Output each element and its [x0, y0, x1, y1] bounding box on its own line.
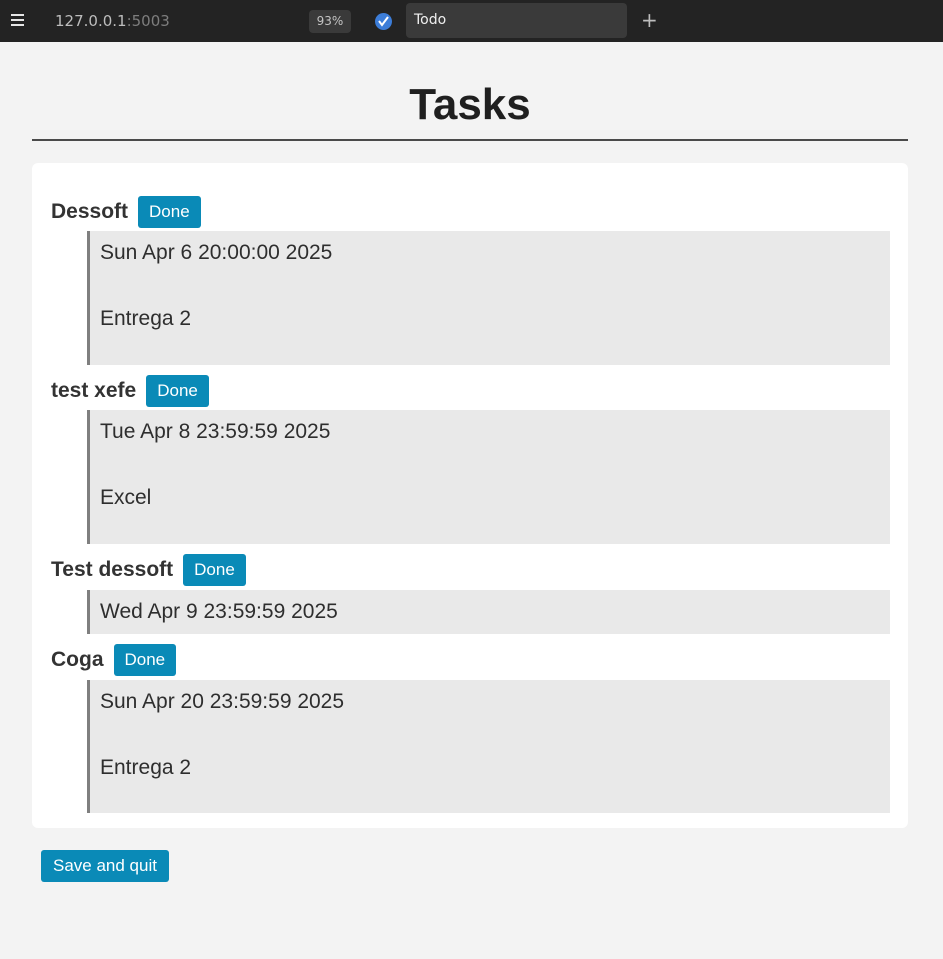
task-name: Test dessoft: [51, 558, 174, 581]
task-name: Coga: [51, 648, 104, 671]
task-details: Sun Apr 6 20:00:00 2025 Entrega 2: [87, 231, 890, 365]
app-icon: [375, 13, 392, 30]
task-date: Wed Apr 9 23:59:59 2025: [100, 600, 338, 623]
task-details: Wed Apr 9 23:59:59 2025: [87, 590, 890, 634]
task-name: test xefe: [51, 379, 137, 402]
task-header: Test dessoft Done: [51, 554, 246, 586]
url-port: :5003: [126, 12, 170, 30]
task-description: Entrega 2: [100, 756, 192, 779]
title-divider: [32, 139, 908, 141]
tab-todo[interactable]: Todo: [406, 3, 627, 38]
task-header: test xefe Done: [51, 375, 209, 407]
menu-icon[interactable]: [11, 14, 24, 26]
done-button[interactable]: Done: [183, 554, 246, 586]
url-host: 127.0.0.1: [55, 12, 127, 30]
done-button[interactable]: Done: [113, 644, 177, 676]
done-button[interactable]: Done: [146, 375, 209, 407]
new-tab-icon[interactable]: +: [641, 10, 658, 30]
address-bar[interactable]: 127.0.0.1:5003: [55, 12, 170, 30]
save-and-quit-button[interactable]: Save and quit: [41, 850, 169, 882]
task-header: Dessoft Done: [51, 196, 201, 228]
task-date: Sun Apr 20 23:59:59 2025: [100, 690, 345, 713]
browser-toolbar: 127.0.0.1:5003 93% Todo +: [0, 0, 943, 42]
page-title: Tasks: [409, 80, 531, 129]
task-description: Entrega 2: [100, 307, 192, 330]
zoom-indicator[interactable]: 93%: [309, 10, 351, 33]
task-details: Tue Apr 8 23:59:59 2025 Excel: [87, 410, 890, 544]
task-name: Dessoft: [51, 200, 129, 223]
done-button[interactable]: Done: [138, 196, 201, 228]
task-date: Tue Apr 8 23:59:59 2025: [100, 420, 331, 443]
task-header: Coga Done: [51, 644, 177, 676]
task-date: Sun Apr 6 20:00:00 2025: [100, 241, 333, 264]
task-details: Sun Apr 20 23:59:59 2025 Entrega 2: [87, 680, 890, 813]
task-description: Excel: [100, 486, 152, 509]
